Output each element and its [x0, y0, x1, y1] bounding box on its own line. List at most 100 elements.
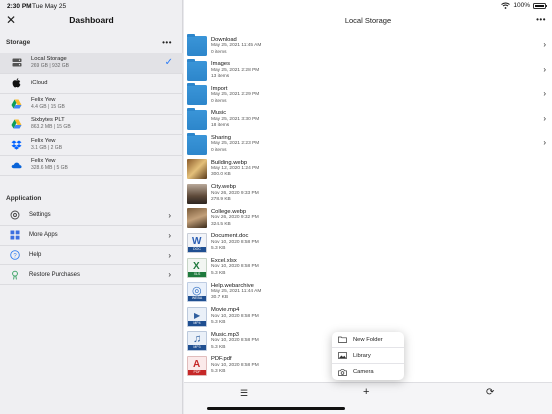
camera-icon: [338, 368, 347, 376]
refresh-icon[interactable]: ⟳: [486, 387, 494, 398]
file-size: 5.3 KB: [211, 344, 226, 350]
file-row[interactable]: Building.webp May 12, 2020 1:24 PM 300.0 K…: [184, 157, 552, 182]
storage-name: Felix Yew: [31, 137, 56, 144]
excel-document-icon: XLS: [187, 257, 207, 278]
onedrive-icon: [11, 160, 22, 171]
help-label: Help: [29, 251, 42, 258]
library-menu-item[interactable]: Library: [332, 348, 404, 364]
storage-more-icon[interactable]: •••: [162, 38, 172, 47]
file-row[interactable]: City.webp Nov 26, 2020 9:33 PM 278.9 KB: [184, 182, 552, 207]
pdf-file-icon: PDF: [187, 356, 207, 377]
file-list: Download May 25, 2021 11:45 AM 0 items › I…: [184, 34, 552, 382]
folder-icon: [187, 108, 207, 131]
add-menu-popover: New Folder Library Camera: [332, 332, 404, 380]
chevron-right-icon: ›: [543, 89, 546, 99]
storage-usage: 269 GB | 932 GB: [31, 62, 69, 69]
file-size: 0 items: [211, 147, 227, 153]
status-indicators: 100%: [501, 2, 547, 9]
battery-percent: 100%: [513, 2, 530, 9]
storage-name: Sixbytes PLT: [31, 117, 65, 124]
chevron-right-icon: ›: [543, 64, 546, 74]
webarchive-icon: WEBA: [187, 282, 207, 303]
more-options-icon[interactable]: •••: [536, 15, 546, 24]
folder-icon: [187, 83, 207, 106]
file-row[interactable]: WEBA Help.webarchiveMay 25, 2021 11:44 A…: [184, 280, 552, 305]
storage-item-google-drive-felix[interactable]: Felix Yew 4.4 GB | 15 GB: [0, 94, 183, 115]
file-row[interactable]: Sharing May 25, 2021 2:23 PM 0 items ›: [184, 132, 552, 157]
image-thumbnail: [187, 208, 207, 229]
file-row[interactable]: Music May 25, 2021 3:30 PM 18 items ›: [184, 108, 552, 133]
photo-library-icon: [338, 352, 347, 360]
image-thumbnail: [187, 183, 207, 204]
add-button[interactable]: +: [363, 386, 369, 398]
chevron-right-icon: ›: [168, 211, 171, 220]
menu-item-label: New Folder: [353, 336, 383, 343]
camera-menu-item[interactable]: Camera: [332, 364, 404, 380]
video-file-icon: MP4: [187, 306, 207, 327]
google-drive-icon: [11, 98, 22, 109]
chevron-right-icon: ›: [543, 138, 546, 148]
chevron-right-icon: ›: [543, 40, 546, 49]
gear-icon: [10, 210, 20, 220]
file-size: 278.9 KB: [211, 197, 231, 203]
sidebar: ✕ Dashboard Storage ••• Local Storage 26…: [0, 0, 183, 414]
file-type-tag: MP3: [188, 345, 206, 351]
chevron-right-icon: ›: [168, 250, 171, 260]
restore-purchases-row[interactable]: Restore Purchases ›: [0, 265, 183, 286]
file-row[interactable]: MP4 Movie.mp4Nov 10, 2020 8:58 PM5.3 KB: [184, 305, 552, 330]
settings-row[interactable]: Settings ›: [0, 206, 183, 226]
file-row[interactable]: DOC Document.docNov 10, 2020 8:58 PM5.3 …: [184, 231, 552, 256]
dropbox-icon: [11, 139, 22, 150]
storage-name: Local Storage: [31, 55, 67, 62]
menu-item-label: Camera: [353, 369, 374, 375]
status-time: 2:30 PM: [7, 3, 32, 10]
more-apps-row[interactable]: More Apps ›: [0, 226, 183, 246]
file-size: 0 items: [211, 98, 227, 104]
audio-file-icon: MP3: [187, 331, 207, 352]
file-size: 300.0 KB: [211, 172, 231, 178]
storage-usage: 4.4 GB | 15 GB: [31, 103, 65, 110]
file-size: 5.3 KB: [211, 246, 226, 252]
folder-icon: [187, 34, 207, 57]
status-bar: 2:30 PM Tue May 25 100%: [0, 0, 552, 12]
status-date: Tue May 25: [32, 3, 67, 10]
new-folder-menu-item[interactable]: New Folder: [332, 332, 404, 348]
storage-usage: 3.1 GB | 2 GB: [31, 144, 63, 151]
chevron-right-icon: ›: [168, 270, 171, 280]
folder-icon: [187, 132, 207, 155]
settings-label: Settings: [29, 212, 51, 219]
storage-name: Felix Yew: [31, 158, 56, 165]
file-size: 30.7 KB: [211, 295, 229, 301]
file-type-tag: WEBA: [188, 296, 206, 302]
file-type-tag: PDF: [188, 370, 206, 376]
storage-item-onedrive[interactable]: Felix Yew 328.6 MB | 5 GB: [0, 156, 183, 176]
file-row[interactable]: XLS Excel.xlsxNov 10, 2020 8:58 PM5.3 KB: [184, 255, 552, 280]
storage-list: Local Storage 269 GB | 932 GB ✓ iCloud F: [0, 53, 183, 176]
google-drive-icon: [11, 119, 22, 130]
word-document-icon: DOC: [187, 233, 207, 254]
grid-icon: [10, 230, 20, 240]
apple-icon: [11, 78, 22, 89]
file-size: 0 items: [211, 49, 227, 55]
storage-item-dropbox[interactable]: Felix Yew 3.1 GB | 2 GB: [0, 135, 183, 156]
help-row[interactable]: ? Help ›: [0, 246, 183, 266]
battery-icon: [533, 2, 547, 9]
drive-icon: [11, 57, 22, 68]
storage-item-local[interactable]: Local Storage 269 GB | 932 GB ✓: [0, 53, 183, 74]
new-folder-icon: [338, 336, 347, 344]
storage-item-icloud[interactable]: iCloud: [0, 74, 183, 94]
chevron-right-icon: ›: [168, 230, 171, 240]
page-title: Local Storage: [344, 16, 392, 25]
svg-text:?: ?: [13, 253, 17, 259]
storage-item-google-drive-sixbytes[interactable]: Sixbytes PLT 863.2 MB | 15 GB: [0, 115, 183, 135]
file-size: 5.3 KB: [211, 270, 226, 276]
file-row[interactable]: Import May 25, 2021 2:29 PM 0 items ›: [184, 83, 552, 108]
application-section-label: Application: [6, 195, 42, 202]
restore-purchases-label: Restore Purchases: [29, 271, 81, 278]
list-view-icon[interactable]: ☰: [240, 388, 248, 399]
file-row[interactable]: College.webp Nov 26, 2020 9:32 PM 324.5 KB: [184, 206, 552, 231]
file-row[interactable]: Images May 25, 2021 2:28 PM 13 items ›: [184, 58, 552, 84]
file-type-tag: MP4: [188, 320, 206, 326]
file-row[interactable]: Download May 25, 2021 11:45 AM 0 items ›: [184, 34, 552, 59]
file-size: 5.3 KB: [211, 369, 226, 375]
